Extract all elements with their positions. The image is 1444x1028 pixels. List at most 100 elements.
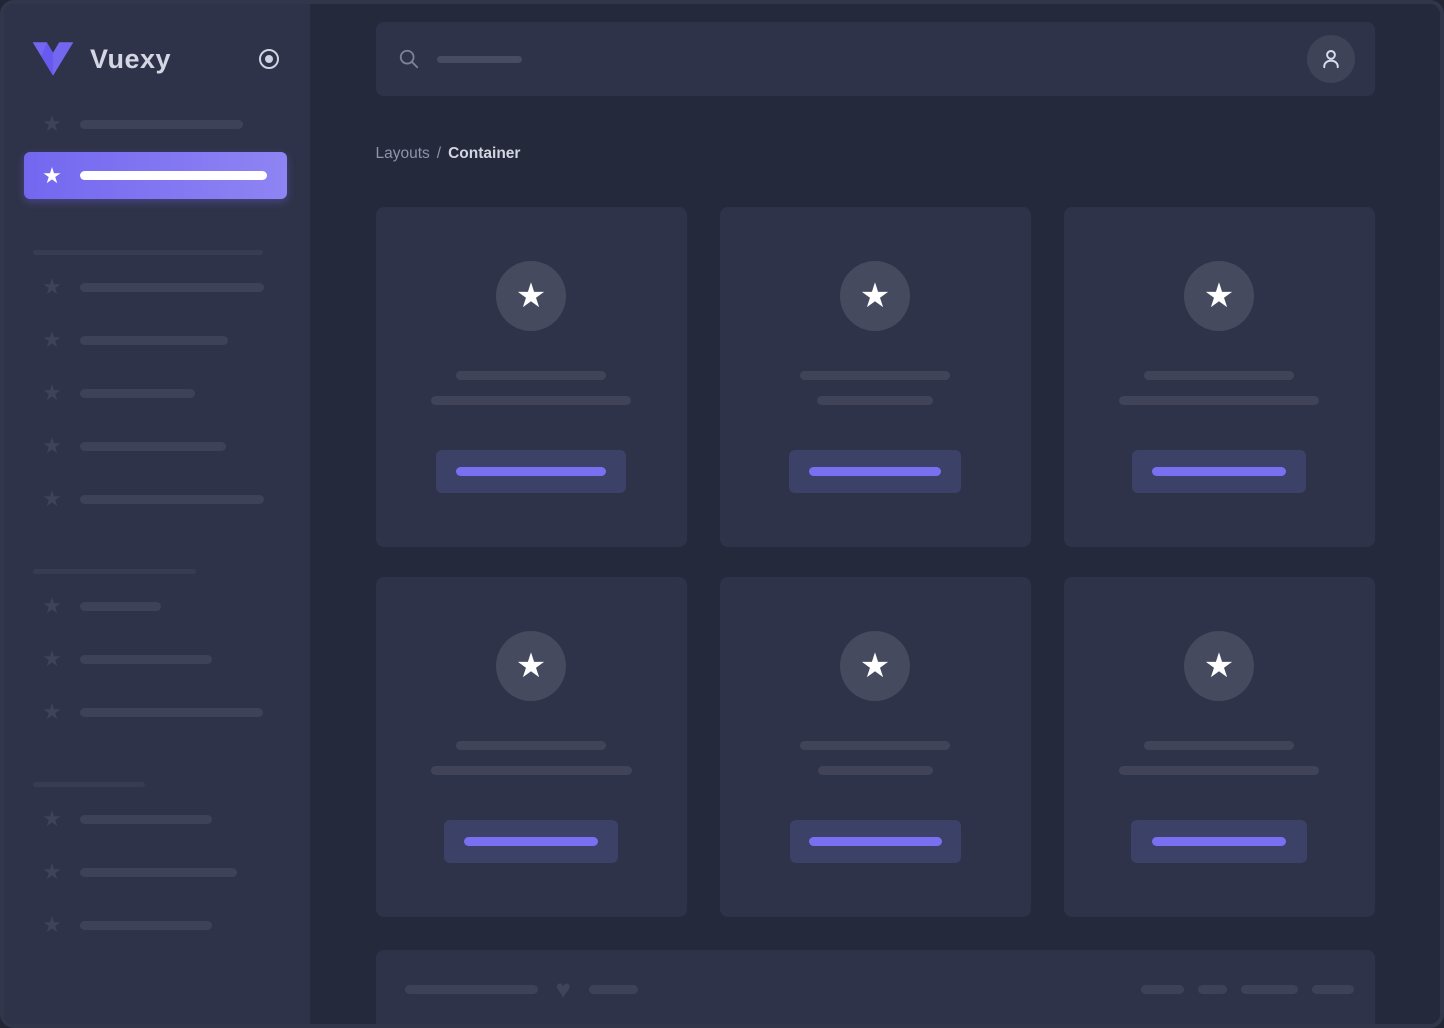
footer-link-skeleton[interactable] <box>1140 984 1184 994</box>
button-label-skeleton <box>456 467 606 476</box>
sidebar-item[interactable]: ★ <box>24 800 287 838</box>
card-button[interactable] <box>1132 450 1306 493</box>
star-icon: ★ <box>1203 647 1235 685</box>
footer-link-skeleton[interactable] <box>1240 984 1298 994</box>
star-icon: ★ <box>42 327 62 352</box>
star-icon: ★ <box>42 380 62 405</box>
card-title-skeleton <box>800 741 950 750</box>
card-star-badge: ★ <box>1184 631 1254 701</box>
card-star-badge: ★ <box>840 261 910 331</box>
breadcrumb: Layouts / Container <box>376 144 1375 164</box>
sidebar-item[interactable]: ★ <box>24 906 287 944</box>
button-label-skeleton <box>809 467 941 476</box>
button-label-skeleton <box>1152 837 1286 846</box>
sidebar-item[interactable]: ★ <box>24 587 287 625</box>
menu-label-skeleton <box>80 441 226 451</box>
card-text-skeleton <box>817 766 933 775</box>
search-placeholder-skeleton <box>436 55 522 63</box>
footer: ♥ <box>375 950 1375 1024</box>
menu-label-skeleton <box>80 814 212 824</box>
star-icon: ★ <box>42 433 62 458</box>
cards-grid: ★ ★ ★ ★ ★ ★ <box>375 207 1375 917</box>
sidebar-item-active[interactable]: ★ <box>24 152 287 199</box>
card-button[interactable] <box>789 820 961 863</box>
card-button[interactable] <box>789 450 961 493</box>
menu-label-skeleton <box>80 867 237 877</box>
footer-link-skeleton[interactable] <box>1197 984 1227 994</box>
sidebar-item[interactable]: ★ <box>24 853 287 891</box>
card-text-skeleton <box>1119 396 1319 405</box>
app-window: Vuexy ★ ★ ★ ★ ★ ★ ★ ★ ★ ★ ★ ★ ★ Layouts … <box>0 0 1444 1028</box>
star-icon: ★ <box>1203 277 1235 315</box>
breadcrumb-current-page: Container <box>448 145 521 162</box>
card-text-skeleton <box>430 766 632 775</box>
breadcrumb-divider: / <box>436 145 442 162</box>
star-icon: ★ <box>42 859 62 884</box>
vuexy-logo-icon <box>32 42 74 76</box>
feature-card: ★ <box>719 207 1031 547</box>
card-title-skeleton <box>1144 741 1294 750</box>
breadcrumb-section[interactable]: Layouts <box>376 145 430 163</box>
menu-label-skeleton <box>80 654 212 664</box>
content-container: Layouts / Container ★ ★ ★ ★ ★ ★ ♥ <box>375 4 1375 1024</box>
card-button[interactable] <box>444 820 618 863</box>
sidebar-item[interactable]: ★ <box>24 693 287 731</box>
card-star-badge: ★ <box>840 631 910 701</box>
menu-section-skeleton <box>33 250 263 255</box>
menu-label-skeleton <box>80 707 263 717</box>
menu-label-skeleton <box>80 119 243 129</box>
sidebar-item[interactable]: ★ <box>24 268 287 306</box>
person-icon <box>1322 50 1339 69</box>
star-icon: ★ <box>859 277 891 315</box>
star-icon: ★ <box>42 162 62 188</box>
heart-icon: ♥ <box>555 974 571 1004</box>
feature-card: ★ <box>1063 577 1375 917</box>
card-title-skeleton <box>800 371 950 380</box>
card-star-badge: ★ <box>1184 261 1254 331</box>
search-icon <box>399 49 418 69</box>
sidebar-item[interactable]: ★ <box>24 480 287 518</box>
sidebar-menu: ★ ★ ★ ★ ★ ★ ★ ★ ★ ★ ★ ★ ★ <box>4 105 310 959</box>
footer-link-skeleton[interactable] <box>1311 984 1354 994</box>
search-bar[interactable] <box>375 22 1375 96</box>
feature-card: ★ <box>375 207 687 547</box>
menu-pin-toggle-icon[interactable] <box>257 47 281 71</box>
sidebar: Vuexy ★ ★ ★ ★ ★ ★ ★ ★ ★ ★ ★ ★ ★ <box>4 4 310 1024</box>
footer-text-skeleton <box>588 984 638 994</box>
button-label-skeleton <box>1152 467 1286 476</box>
star-icon: ★ <box>42 699 62 724</box>
sidebar-item[interactable]: ★ <box>24 105 287 143</box>
star-icon: ★ <box>42 111 62 136</box>
star-icon: ★ <box>515 647 547 685</box>
card-text-skeleton <box>431 396 631 405</box>
menu-label-skeleton <box>80 388 195 398</box>
button-label-skeleton <box>808 837 942 846</box>
card-title-skeleton <box>1144 371 1294 380</box>
card-star-badge: ★ <box>496 631 566 701</box>
user-avatar[interactable] <box>1306 35 1355 83</box>
sidebar-item[interactable]: ★ <box>24 427 287 465</box>
menu-section-skeleton <box>33 782 145 787</box>
star-icon: ★ <box>42 646 62 671</box>
card-text-skeleton <box>1119 766 1319 775</box>
menu-label-skeleton <box>80 601 161 611</box>
app-title: Vuexy <box>90 43 172 74</box>
star-icon: ★ <box>42 912 62 937</box>
menu-section-skeleton <box>33 569 196 574</box>
card-title-skeleton <box>456 371 606 380</box>
star-icon: ★ <box>42 486 62 511</box>
star-icon: ★ <box>42 274 62 299</box>
card-text-skeleton <box>817 396 933 405</box>
menu-label-skeleton <box>80 282 264 292</box>
card-button[interactable] <box>1131 820 1307 863</box>
sidebar-item[interactable]: ★ <box>24 640 287 678</box>
feature-card: ★ <box>375 577 687 917</box>
card-button[interactable] <box>436 450 626 493</box>
card-title-skeleton <box>456 741 606 750</box>
star-icon: ★ <box>42 593 62 618</box>
main-area: Layouts / Container ★ ★ ★ ★ ★ ★ ♥ <box>310 4 1440 1024</box>
star-icon: ★ <box>42 806 62 831</box>
feature-card: ★ <box>1063 207 1375 547</box>
sidebar-item[interactable]: ★ <box>24 374 287 412</box>
sidebar-item[interactable]: ★ <box>24 321 287 359</box>
